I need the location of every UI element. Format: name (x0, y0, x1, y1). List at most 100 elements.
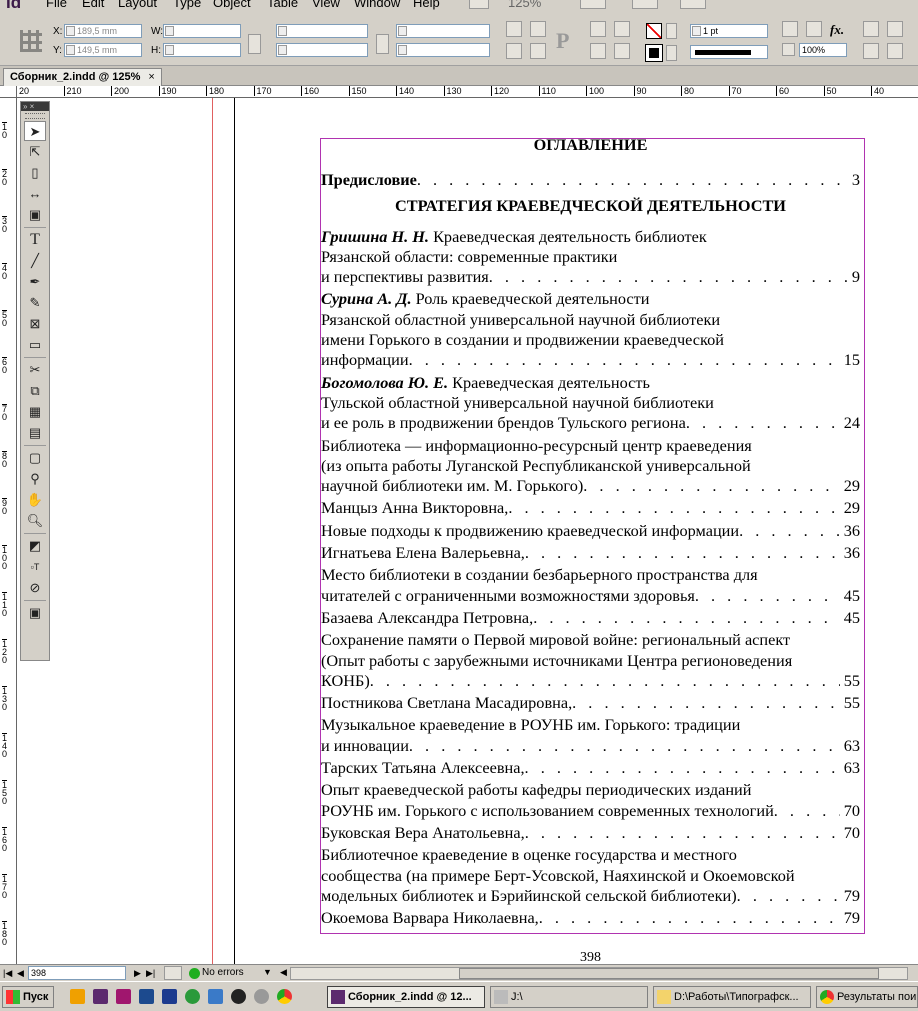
screen-mode-tool-icon[interactable]: ▣ (24, 603, 46, 623)
page-tool-icon[interactable]: ▯ (24, 163, 46, 183)
flip-vertical-icon[interactable] (530, 43, 546, 59)
taskbar-j-drive[interactable]: J:\ (490, 986, 648, 1008)
h-field[interactable] (163, 43, 241, 57)
page-number-field[interactable]: 398 (28, 966, 126, 980)
selection-tool-icon[interactable]: ➤ (24, 121, 46, 141)
content-collector-icon[interactable]: ▣ (24, 205, 46, 225)
vertical-ruler[interactable]: 1 0 2 0 3 0 4 0 5 0 6 0 7 0 8 0 9 0 1 0 0 1 1 0 1 2… (0, 98, 17, 964)
fill-stroke-swatch-icon[interactable]: ◩ (24, 536, 46, 556)
document-tab[interactable]: Сборник_2.indd @ 125% × (3, 68, 162, 86)
last-page-icon[interactable]: ▶| (146, 968, 155, 979)
menu-file[interactable]: File (46, 0, 67, 10)
rotate-ccw-icon[interactable] (530, 21, 546, 37)
pasteboard[interactable]: » × ➤ ⇱ ▯ ↔ ▣ T ╱ ✒ ✎ ⊠ ▭ ✂ ⧉ ▦ ▤ ▢ ⚲ ✋ … (17, 98, 918, 964)
refresh-icon[interactable] (185, 989, 200, 1004)
gap-tool-icon[interactable]: ↔ (24, 184, 46, 204)
apply-none-icon[interactable]: ⊘ (24, 578, 46, 598)
rotation-field[interactable] (396, 24, 490, 38)
shear-field[interactable] (396, 43, 490, 57)
menu-help[interactable]: Help (413, 0, 440, 10)
constrain-scale-icon[interactable] (376, 34, 389, 54)
menu-edit[interactable]: Edit (82, 0, 104, 10)
pencil-tool-icon[interactable]: ✎ (24, 293, 46, 313)
x-field[interactable]: 189,5 mm (64, 24, 142, 38)
drop-shadow-icon[interactable] (782, 21, 798, 37)
media-player-icon[interactable] (231, 989, 246, 1004)
scale-y-field[interactable] (276, 43, 368, 57)
menu-view[interactable]: View (312, 0, 340, 10)
select-next-icon[interactable] (614, 43, 630, 59)
first-page-icon[interactable]: |◀ (3, 968, 12, 979)
preflight-menu-icon[interactable]: ▼ (263, 967, 272, 977)
preflight-status[interactable]: No errors (202, 967, 244, 978)
select-previous-icon[interactable] (590, 43, 606, 59)
rectangle-tool-icon[interactable]: ▭ (24, 335, 46, 355)
menu-type[interactable]: Type (173, 0, 201, 10)
text-wrap-box-icon[interactable] (887, 21, 903, 37)
scale-x-field[interactable] (276, 24, 368, 38)
bridge-icon[interactable] (469, 0, 489, 9)
select-content-icon[interactable] (614, 21, 630, 37)
close-tab-icon[interactable]: × (148, 71, 154, 83)
chrome-quick-icon[interactable] (277, 989, 292, 1004)
menu-table[interactable]: Table (267, 0, 298, 10)
fx-icon[interactable]: fx. (830, 22, 844, 38)
pen-tool-icon[interactable]: ✒ (24, 272, 46, 292)
stroke-black-icon[interactable] (645, 44, 663, 62)
text-wrap-none-icon[interactable] (863, 21, 879, 37)
hand-tool-icon[interactable]: ✋ (24, 490, 46, 510)
y-field[interactable]: 149,5 mm (64, 43, 142, 57)
menu-layout[interactable]: Layout (118, 0, 157, 10)
stroke-weight-field[interactable]: 1 pt (690, 24, 768, 38)
object-effects-icon[interactable] (806, 21, 822, 37)
zoom-level[interactable]: 125% (508, 0, 541, 10)
taskbar-folder[interactable]: D:\Работы\Типографск... (653, 986, 811, 1008)
open-page-icon[interactable] (164, 966, 182, 980)
ruler-origin[interactable] (0, 86, 17, 98)
tools-panel-header[interactable]: » × (21, 102, 49, 111)
horizontal-scrollbar[interactable] (290, 967, 908, 980)
scroll-left-icon[interactable]: ◀ (280, 967, 287, 978)
rotate-cw-icon[interactable] (506, 21, 522, 37)
scrollbar-thumb[interactable] (459, 968, 879, 979)
zoom-tool-icon[interactable]: 🔍︎ (24, 511, 46, 531)
menu-object[interactable]: Object (213, 0, 251, 10)
prev-page-icon[interactable]: ◀ (17, 968, 24, 979)
free-transform-tool-icon[interactable]: ⧉ (24, 381, 46, 401)
type-tool-icon[interactable]: T (24, 230, 46, 250)
browser-icon[interactable] (254, 989, 269, 1004)
formatting-container-icon[interactable]: ▫T (24, 557, 46, 577)
constrain-proportions-icon[interactable] (248, 34, 261, 54)
eyedropper-tool-icon[interactable]: ⚲ (24, 469, 46, 489)
direct-selection-tool-icon[interactable]: ⇱ (24, 142, 46, 162)
photoshop-alt-icon[interactable] (162, 989, 177, 1004)
view-options-icon[interactable] (632, 0, 658, 9)
w-field[interactable] (163, 24, 241, 38)
rectangle-frame-tool-icon[interactable]: ⊠ (24, 314, 46, 334)
gradient-swatch-tool-icon[interactable]: ▦ (24, 402, 46, 422)
flip-horizontal-icon[interactable] (506, 43, 522, 59)
stroke-menu-arrow-icon[interactable] (666, 45, 677, 61)
scissors-tool-icon[interactable]: ✂ (24, 360, 46, 380)
gradient-feather-tool-icon[interactable]: ▤ (24, 423, 46, 443)
indesign-cs-icon[interactable] (116, 989, 131, 1004)
taskbar-chrome[interactable]: Результаты пои (816, 986, 918, 1008)
illustrator-icon[interactable] (70, 989, 85, 1004)
opacity-field[interactable]: 100% (799, 43, 847, 57)
taskbar-indesign-doc[interactable]: Сборник_2.indd @ 12... (327, 986, 485, 1008)
indesign-quick-icon[interactable] (93, 989, 108, 1004)
photoshop-icon[interactable] (139, 989, 154, 1004)
fill-menu-arrow-icon[interactable] (666, 23, 677, 39)
select-container-icon[interactable] (590, 21, 606, 37)
next-page-icon[interactable]: ▶ (134, 968, 141, 979)
start-button[interactable]: Пуск (2, 986, 54, 1008)
horizontal-ruler[interactable]: 20 210 200 190 180 170 160 150 140 130 120 110 100 90… (17, 86, 918, 98)
stroke-type-select[interactable] (690, 45, 768, 59)
line-tool-icon[interactable]: ╱ (24, 251, 46, 271)
screen-mode-icon[interactable] (580, 0, 606, 9)
fill-none-icon[interactable] (646, 23, 662, 39)
align-center-icon[interactable] (887, 43, 903, 59)
menu-window[interactable]: Window (354, 0, 400, 10)
arrange-documents-icon[interactable] (680, 0, 706, 9)
tools-grip[interactable] (25, 113, 45, 119)
